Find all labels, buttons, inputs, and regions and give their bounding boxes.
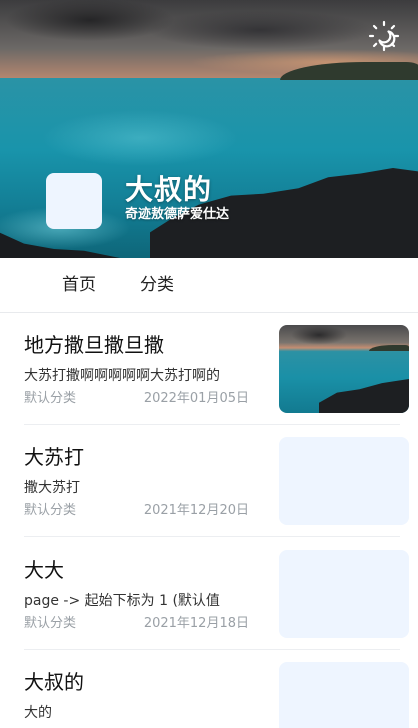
- post-excerpt: 撒大苏打: [24, 480, 80, 496]
- post-title[interactable]: 大大: [24, 556, 64, 584]
- post-title[interactable]: 地方撒旦撒旦撒: [24, 331, 164, 359]
- post-excerpt: page -> 起始下标为 1 (默认值: [24, 593, 220, 609]
- post-thumbnail[interactable]: [279, 437, 409, 525]
- divider: [24, 536, 400, 537]
- avatar[interactable]: [46, 173, 102, 229]
- post-date: 2021年12月20日: [143, 503, 249, 518]
- post-title[interactable]: 大苏打: [24, 443, 84, 471]
- post-thumbnail[interactable]: [279, 325, 409, 413]
- list-item[interactable]: 大叔的 大的: [0, 650, 418, 728]
- hero-banner: 大叔的 奇迹敖德萨爱仕达: [0, 0, 418, 258]
- sun-moon-icon: [368, 20, 400, 52]
- list-item[interactable]: 大大 page -> 起始下标为 1 (默认值 默认分类 2021年12月18日: [0, 538, 418, 650]
- tab-home[interactable]: 首页: [62, 274, 96, 296]
- post-thumbnail[interactable]: [279, 550, 409, 638]
- tab-categories[interactable]: 分类: [140, 274, 174, 296]
- thumbnail-rocks: [319, 379, 409, 413]
- site-subtitle: 奇迹敖德萨爱仕达: [125, 207, 230, 222]
- site-title: 大叔的: [125, 173, 213, 206]
- thumbnail-island: [369, 345, 409, 351]
- nav-bar: 首页 分类: [0, 258, 418, 313]
- post-category[interactable]: 默认分类: [24, 615, 76, 633]
- list-item[interactable]: 大苏打 撒大苏打 默认分类 2021年12月20日: [0, 425, 418, 537]
- post-excerpt: 大苏打撒啊啊啊啊啊大苏打啊的: [24, 368, 220, 384]
- list-item[interactable]: 地方撒旦撒旦撒 大苏打撒啊啊啊啊啊大苏打啊的 默认分类 2022年01月05日: [0, 313, 418, 425]
- post-category[interactable]: 默认分类: [24, 502, 76, 520]
- post-category[interactable]: 默认分类: [24, 390, 76, 408]
- theme-toggle-button[interactable]: [366, 18, 402, 54]
- post-title[interactable]: 大叔的: [24, 668, 84, 696]
- post-thumbnail[interactable]: [279, 662, 409, 728]
- post-excerpt: 大的: [24, 705, 52, 721]
- post-date: 2021年12月18日: [143, 616, 249, 631]
- post-date: 2022年01月05日: [143, 391, 249, 406]
